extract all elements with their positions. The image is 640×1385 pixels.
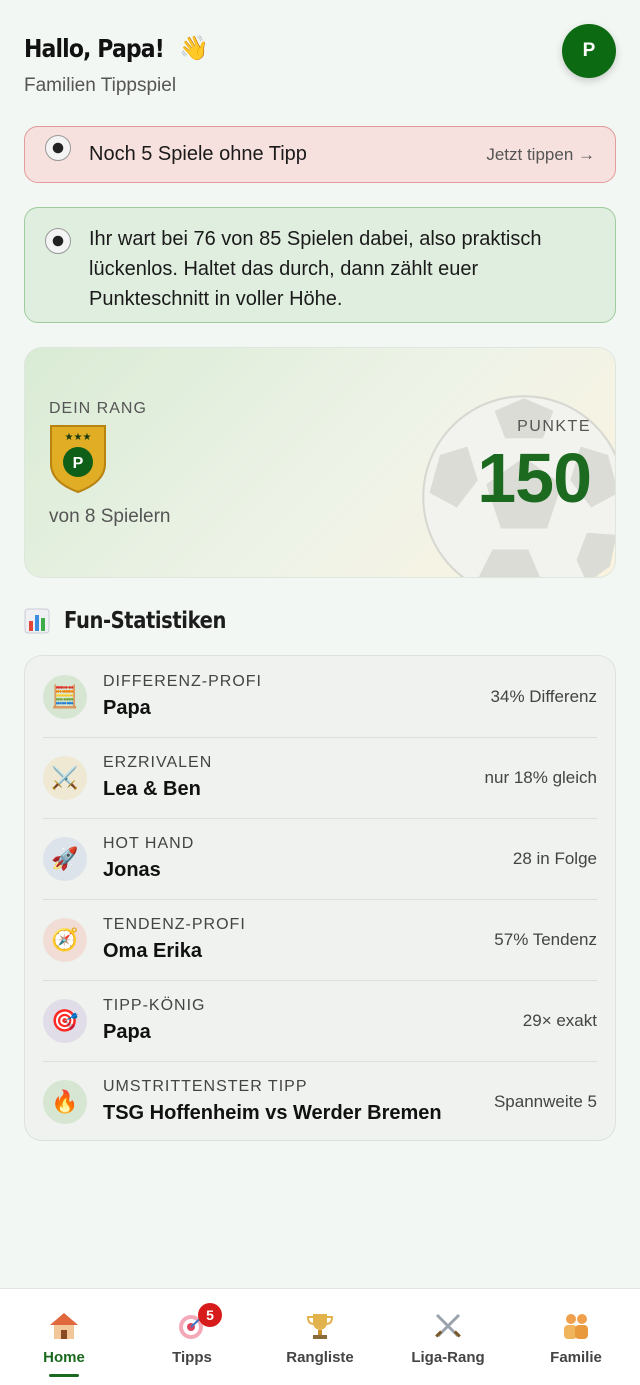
stat-value: 34% Differenz: [490, 686, 597, 706]
stat-texts: ERZRIVALEN Lea & Ben: [103, 754, 212, 801]
info-text: Ihr wart bei 76 von 85 Spielen dabei, al…: [89, 228, 542, 310]
nav-label: Rangliste: [286, 1349, 354, 1366]
tip-now-link[interactable]: Jetzt tippen →: [486, 145, 595, 165]
nav-label: Tipps: [172, 1349, 212, 1366]
participation-info-card: Ihr wart bei 76 von 85 Spielen dabei, al…: [24, 207, 616, 323]
fun-stats-card: 🧮 DIFFERENZ-PROFI Papa 34% Differenz ⚔️ ERZRI…: [24, 655, 616, 1141]
soccer-ball-icon: [45, 228, 71, 254]
stat-name: Lea & Ben: [103, 778, 201, 800]
avatar[interactable]: P: [562, 24, 616, 78]
stat-label: DIFFERENZ-PROFI: [103, 673, 262, 690]
active-tab-indicator: [49, 1374, 79, 1377]
stat-label: UMSTRITTENSTER TIPP: [103, 1078, 308, 1095]
section-title: Fun-Statistiken: [64, 608, 226, 634]
rank-shield-icon: P ★★★: [50, 425, 106, 494]
compass-icon: 🧭: [43, 917, 87, 962]
waving-hand-icon: 👋: [179, 35, 209, 62]
stat-row[interactable]: 🚀 HOT HAND Jonas 28 in Folge: [43, 818, 597, 899]
nav-item-familie[interactable]: Familie: [512, 1289, 640, 1385]
stat-texts: UMSTRITTENSTER TIPP TSG Hoffenheim vs Wer…: [103, 1078, 442, 1125]
nav-label: Familie: [550, 1349, 602, 1366]
stat-label: TIPP-KÖNIG: [103, 997, 206, 1014]
stat-texts: HOT HAND Jonas: [103, 835, 194, 882]
rank-card[interactable]: DEIN RANG P ★★★ von 8 Spielern PUNKTE 15…: [24, 347, 616, 578]
stat-row[interactable]: 🔥 UMSTRITTENSTER TIPP TSG Hoffenheim vs We…: [43, 1061, 597, 1142]
points-label: PUNKTE: [517, 418, 591, 435]
nav-item-tipps[interactable]: Tipps 5: [128, 1289, 256, 1385]
greeting-text: Hallo, Papa!: [24, 34, 165, 63]
nav-item-rangliste[interactable]: Rangliste: [256, 1289, 384, 1385]
stat-texts: TIPP-KÖNIG Papa: [103, 997, 205, 1044]
stat-row[interactable]: 🧮 DIFFERENZ-PROFI Papa 34% Differenz: [43, 656, 597, 737]
rank-badge-letter: P: [73, 455, 84, 472]
stat-row[interactable]: ⚔️ ERZRIVALEN Lea & Ben nur 18% gleich: [43, 737, 597, 818]
stat-row[interactable]: 🧭 TENDENZ-PROFI Oma Erika 57% Tendenz: [43, 899, 597, 980]
app-subtitle: Familien Tippspiel: [24, 75, 177, 96]
stat-texts: DIFFERENZ-PROFI Papa: [103, 673, 262, 720]
stat-name: Oma Erika: [103, 940, 202, 962]
stat-name: Papa: [103, 697, 151, 719]
nav-label: Liga-Rang: [411, 1349, 485, 1366]
target-icon: 🎯: [43, 998, 87, 1043]
header: Hallo, Papa! 👋 Familien Tippspiel P: [24, 24, 616, 104]
stat-texts: TENDENZ-PROFI Oma Erika: [103, 916, 246, 963]
rank-label: DEIN RANG: [49, 400, 147, 417]
missing-tips-alert[interactable]: Noch 5 Spiele ohne Tipp Jetzt tippen →: [24, 126, 616, 183]
greeting: Hallo, Papa! 👋: [24, 34, 616, 63]
stat-value: 28 in Folge: [512, 848, 597, 868]
points-value: 150: [477, 439, 592, 517]
crossed-swords-icon: [431, 1309, 465, 1343]
stat-name: Jonas: [103, 859, 161, 881]
stat-value: 57% Tendenz: [494, 929, 597, 949]
soccer-ball-icon: [45, 134, 71, 161]
trophy-icon: [303, 1309, 337, 1343]
stat-name: Papa: [103, 1021, 151, 1043]
stat-label: ERZRIVALEN: [103, 754, 213, 771]
alert-text: Noch 5 Spiele ohne Tipp: [89, 143, 307, 165]
abacus-icon: 🧮: [43, 674, 87, 719]
stat-value: 29× exakt: [522, 1010, 597, 1030]
stat-row[interactable]: 🎯 TIPP-KÖNIG Papa 29× exakt: [43, 980, 597, 1061]
nav-item-home[interactable]: Home: [0, 1289, 128, 1385]
stat-label: HOT HAND: [103, 835, 195, 852]
stat-label: TENDENZ-PROFI: [103, 916, 246, 933]
fun-stats-heading: Fun-Statistiken: [24, 608, 255, 634]
bottom-navigation: Home Tipps 5 Rangliste Liga-Rang Familie: [0, 1288, 640, 1385]
crossed-swords-icon: ⚔️: [43, 755, 87, 800]
family-icon: [559, 1309, 593, 1343]
bar-chart-icon: [24, 608, 50, 634]
house-icon: [47, 1309, 81, 1343]
nav-label: Home: [43, 1349, 85, 1366]
stat-name: TSG Hoffenheim vs Werder Bremen: [103, 1102, 442, 1124]
rocket-icon: 🚀: [43, 836, 87, 881]
fire-icon: 🔥: [43, 1079, 87, 1124]
nav-item-liga-rang[interactable]: Liga-Rang: [384, 1289, 512, 1385]
rank-subtext: von 8 Spielern: [49, 506, 171, 527]
stat-value: nur 18% gleich: [484, 767, 597, 787]
rank-badge-stars: ★★★: [65, 432, 92, 443]
tips-count-badge: 5: [198, 1303, 222, 1327]
stat-value: Spannweite 5: [493, 1091, 597, 1111]
